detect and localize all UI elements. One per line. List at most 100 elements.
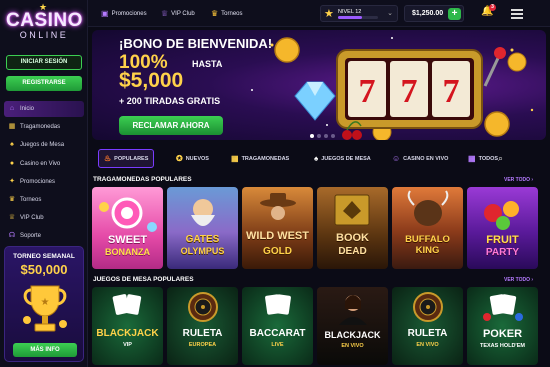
game-subtitle: VIP <box>123 342 132 348</box>
sidebar-item-promociones[interactable]: ✦ Promociones <box>4 174 84 190</box>
sidebar-item-label: Tragamonedas <box>20 124 61 131</box>
logo-text-casino: CASINO <box>6 10 83 31</box>
banner-free-spins: + 200 TIRADAS GRATIS <box>119 96 221 106</box>
chevron-down-icon: ⌄ <box>387 10 393 17</box>
tab-casino-en-vivo[interactable]: ☺ CASINO EN VIVO <box>392 149 448 168</box>
game-subtitle: BONANZA <box>105 247 150 257</box>
game-subtitle: EN VIVO <box>416 342 439 348</box>
game-subtitle: KING <box>415 245 440 256</box>
table-games-section-title: JUEGOS DE MESA POPULARES <box>93 276 194 283</box>
hamburger-menu-icon[interactable] <box>511 9 523 21</box>
more-info-button[interactable]: MÁS INFO <box>13 343 77 357</box>
header-link-promociones[interactable]: ▣ Promociones <box>101 9 147 18</box>
new-icon: ✪ <box>176 154 183 163</box>
header-link-vip-club[interactable]: ♕ VIP Club <box>161 9 195 18</box>
trophy-icon: ★ <box>23 285 67 332</box>
balance-value: $1,250.00 <box>412 10 444 17</box>
tournament-title: TORNEO SEMANAL <box>13 253 75 260</box>
sidebar-item-inicio[interactable]: ⌂ Inicio <box>4 101 84 117</box>
roulette-icon <box>413 292 443 322</box>
game-tile-fruit-party[interactable]: FRUIT PARTY <box>467 187 538 269</box>
casino-logo[interactable]: ★ CASINO ONLINE <box>6 2 83 40</box>
level-progress-bar <box>338 16 378 19</box>
welcome-bonus-banner[interactable]: ¡BONO DE BIENVENIDA! 100% HASTA $5,000 +… <box>92 30 546 140</box>
tab-populares[interactable]: ♨ POPULARES <box>98 149 155 168</box>
game-tile-blackjack-en-vivo[interactable]: BLACKJACK EN VIVO <box>317 287 388 365</box>
sidebar-item-torneos[interactable]: ♛ Torneos <box>4 192 84 208</box>
tab-label: TODOS <box>478 155 499 162</box>
level-widget[interactable]: ★ NIVEL 12 ⌄ <box>320 5 398 22</box>
tournament-prize: $50,000 <box>20 262 68 277</box>
search-icon[interactable]: ⌕ <box>498 153 503 164</box>
tab-label: CASINO EN VIVO <box>403 155 449 162</box>
live-icon: ● <box>9 159 15 167</box>
cards-icon <box>265 294 291 315</box>
header-link-torneos[interactable]: ♛ Torneos <box>211 9 243 18</box>
game-tile-book-of-dead[interactable]: BOOK DEAD <box>317 187 388 269</box>
sidebar-item-tragamonedas[interactable]: ▦ Tragamonedas <box>4 119 84 135</box>
game-tile-wild-west-gold[interactable]: WILD WEST GOLD <box>242 187 313 269</box>
game-title: GATES <box>185 234 220 245</box>
slots-see-all-link[interactable]: VER TODO › <box>504 177 533 183</box>
game-title: BUFFALO <box>405 234 450 245</box>
tab-tragamonedas[interactable]: ▦ TRAGAMONEDAS <box>231 149 289 168</box>
game-title: FRUIT <box>486 234 519 246</box>
table-see-all-link[interactable]: VER TODO › <box>504 277 533 283</box>
game-title: WILD WEST <box>246 230 309 242</box>
fire-icon: ♨ <box>104 154 112 163</box>
sidebar-item-label: Juegos de Mesa <box>20 142 65 149</box>
sidebar-item-label: Soporte <box>20 233 42 240</box>
weekly-tournament-card: TORNEO SEMANAL $50,000 ★ MÁS INFO <box>4 246 84 362</box>
login-button[interactable]: INICIAR SESIÓN <box>6 55 82 70</box>
slot-icon: ▦ <box>8 123 16 131</box>
claim-now-button[interactable]: RECLAMAR AHORA <box>119 116 223 135</box>
game-subtitle: LIVE <box>271 342 284 348</box>
poker-cards-icon <box>483 294 523 321</box>
trophy-icon: ♛ <box>211 9 219 18</box>
game-tile-sweet-bonanza[interactable]: SWEET BONANZA <box>92 187 163 269</box>
game-title: BACCARAT <box>249 328 306 339</box>
sidebar-item-label: Inicio <box>20 106 35 112</box>
tab-label: POPULARES <box>114 155 149 162</box>
game-tile-gates-of-olympus[interactable]: GATES OLYMPUS <box>167 187 238 269</box>
notification-badge: 3 <box>489 4 496 11</box>
svg-text:★: ★ <box>41 297 50 308</box>
star-icon: ★ <box>324 8 334 20</box>
game-tile-baccarat-live[interactable]: BACCARAT LIVE <box>242 287 313 365</box>
buffalo-icon <box>407 190 449 226</box>
game-subtitle: OLYMPUS <box>180 246 225 256</box>
tab-todos[interactable]: ▦ TODOS <box>468 149 498 168</box>
sidebar-item-soporte[interactable]: ☊ Soporte <box>4 228 84 244</box>
balance-widget: $1,250.00 + <box>404 5 464 22</box>
reel-3-symbol: 7 <box>443 73 460 110</box>
game-tile-blackjack-vip[interactable]: BLACKJACK VIP <box>92 287 163 365</box>
header-link-label: VIP Club <box>171 10 195 17</box>
game-title: POKER <box>482 328 523 340</box>
tab-juegos-de-mesa[interactable]: ♠ JUEGOS DE MESA <box>314 149 371 168</box>
sidebar-item-label: Torneos <box>20 196 42 203</box>
deposit-button[interactable]: + <box>448 8 461 20</box>
game-subtitle: EUROPEA <box>188 342 217 348</box>
game-title: BLACKJACK <box>324 330 381 340</box>
sidebar-item-vip-club[interactable]: ♕ VIP Club <box>4 210 84 226</box>
game-tile-buffalo-king[interactable]: BUFFALO KING <box>392 187 463 269</box>
banner-heading: ¡BONO DE BIENVENIDA! <box>119 36 273 51</box>
cards-icon <box>112 294 142 315</box>
game-title: BOOK <box>336 232 369 244</box>
sidebar-item-casino-en-vivo[interactable]: ● Casino en Vivo <box>4 156 84 172</box>
tab-nuevos[interactable]: ✪ NUEVOS <box>176 149 209 168</box>
game-subtitle: TEXAS HOLD'EM <box>479 343 525 349</box>
home-icon: ⌂ <box>9 105 15 112</box>
zeus-icon <box>191 199 215 226</box>
slot-icon: ▦ <box>231 154 239 163</box>
sidebar-item-juegos-de-mesa[interactable]: ♠ Juegos de Mesa <box>4 137 84 153</box>
cards-icon: ♠ <box>314 154 319 163</box>
gift-icon: ✦ <box>9 177 15 185</box>
game-tile-ruleta-en-vivo[interactable]: RULETA EN VIVO <box>392 287 463 365</box>
carousel-dots[interactable] <box>310 134 338 138</box>
game-tile-poker-texas-holdem[interactable]: POKER TEXAS HOLD'EM <box>467 287 538 365</box>
game-subtitle: PARTY <box>485 247 520 258</box>
game-tile-ruleta-europea[interactable]: RULETA EUROPEA <box>167 287 238 365</box>
register-button[interactable]: REGISTRARSE <box>6 76 82 91</box>
game-title: SWEET <box>107 234 148 246</box>
